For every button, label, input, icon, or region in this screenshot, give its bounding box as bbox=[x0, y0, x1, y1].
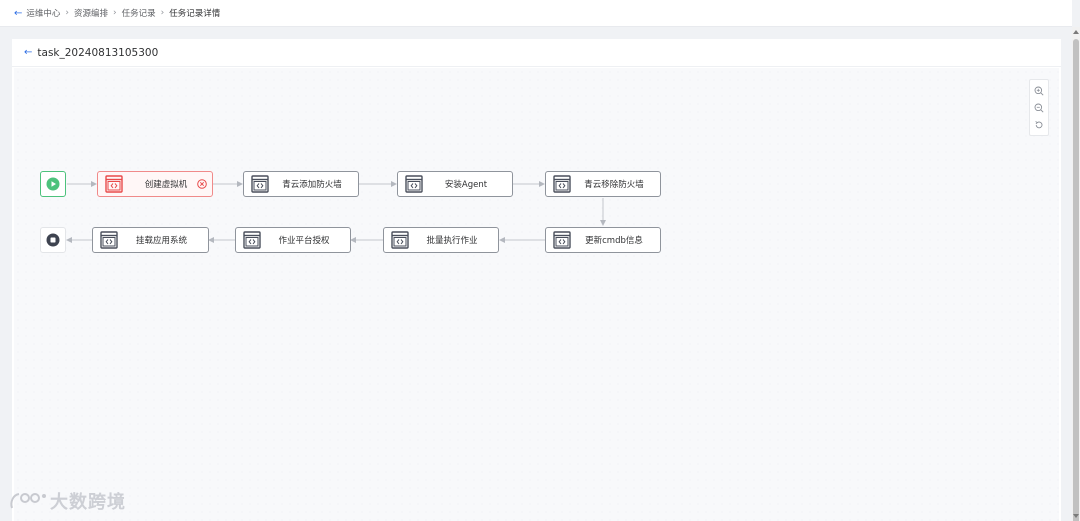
back-arrow-icon[interactable]: ← bbox=[14, 8, 22, 19]
node-label: 作业平台授权 bbox=[278, 236, 330, 246]
code-window-icon bbox=[243, 231, 261, 249]
node-label: 批量执行作业 bbox=[426, 236, 478, 246]
chevron-right-icon: › bbox=[160, 8, 165, 18]
error-circle-icon bbox=[197, 179, 207, 189]
code-window-icon bbox=[105, 175, 123, 193]
task-detail-panel: ← task_20240813105300 bbox=[12, 39, 1061, 521]
play-icon bbox=[46, 177, 60, 191]
flow-node-job-platform-auth[interactable]: 作业平台授权 bbox=[235, 227, 351, 253]
node-label: 更新cmdb信息 bbox=[585, 236, 643, 246]
zoom-toolbar bbox=[1029, 79, 1049, 136]
flow-node-batch-execute-job[interactable]: 批量执行作业 bbox=[383, 227, 499, 253]
flow-node-qingcloud-add-firewall[interactable]: 青云添加防火墙 bbox=[243, 171, 359, 197]
back-arrow-icon[interactable]: ← bbox=[24, 47, 32, 58]
zoom-in-icon[interactable] bbox=[1034, 86, 1044, 96]
task-title: task_20240813105300 bbox=[37, 46, 159, 59]
flow-end-node[interactable] bbox=[40, 227, 66, 253]
node-label: 青云添加防火墙 bbox=[282, 180, 342, 190]
code-window-icon bbox=[251, 175, 269, 193]
code-window-icon bbox=[391, 231, 409, 249]
breadcrumb-item-current: 任务记录详情 bbox=[169, 9, 221, 19]
scroll-down-icon[interactable] bbox=[1073, 514, 1079, 518]
node-label: 安装Agent bbox=[444, 180, 488, 190]
panel-header: ← task_20240813105300 bbox=[12, 39, 1061, 67]
breadcrumb-item-ops-center[interactable]: 运维中心 bbox=[26, 7, 60, 19]
chevron-right-icon: › bbox=[65, 8, 70, 18]
zoom-out-icon[interactable] bbox=[1034, 103, 1044, 113]
watermark-logo-icon bbox=[10, 493, 46, 509]
code-window-icon bbox=[100, 231, 118, 249]
flow-node-qingcloud-remove-firewall[interactable]: 青云移除防火墙 bbox=[545, 171, 661, 197]
breadcrumb-item-task-records[interactable]: 任务记录 bbox=[122, 7, 156, 19]
code-window-icon bbox=[405, 175, 423, 193]
watermark-text: 大数跨境 bbox=[50, 492, 126, 513]
flow-node-create-vm[interactable]: 创建虚拟机 bbox=[97, 171, 213, 197]
flow-canvas[interactable] bbox=[14, 68, 1059, 521]
vertical-scrollbar[interactable] bbox=[1072, 27, 1080, 521]
node-label: 挂载应用系统 bbox=[135, 236, 187, 246]
reset-icon[interactable] bbox=[1034, 120, 1044, 130]
flow-node-update-cmdb[interactable]: 更新cmdb信息 bbox=[545, 227, 661, 253]
breadcrumb-item-orchestration[interactable]: 资源编排 bbox=[74, 7, 108, 19]
scrollbar-thumb[interactable] bbox=[1073, 39, 1079, 521]
code-window-icon bbox=[553, 175, 571, 193]
breadcrumb-bar: ← 运维中心 › 资源编排 › 任务记录 › 任务记录详情 bbox=[0, 0, 1072, 27]
code-window-icon bbox=[553, 231, 571, 249]
node-label: 创建虚拟机 bbox=[144, 180, 188, 190]
scroll-up-icon[interactable] bbox=[1073, 30, 1079, 34]
chevron-right-icon: › bbox=[113, 8, 117, 18]
flow-node-mount-app-system[interactable]: 挂载应用系统 bbox=[92, 227, 209, 253]
node-label: 青云移除防火墙 bbox=[584, 180, 644, 190]
stop-icon bbox=[46, 233, 60, 247]
flow-node-install-agent[interactable]: 安装Agent bbox=[397, 171, 513, 197]
flow-start-node[interactable] bbox=[40, 171, 66, 197]
watermark: 大数跨境 bbox=[8, 488, 126, 514]
